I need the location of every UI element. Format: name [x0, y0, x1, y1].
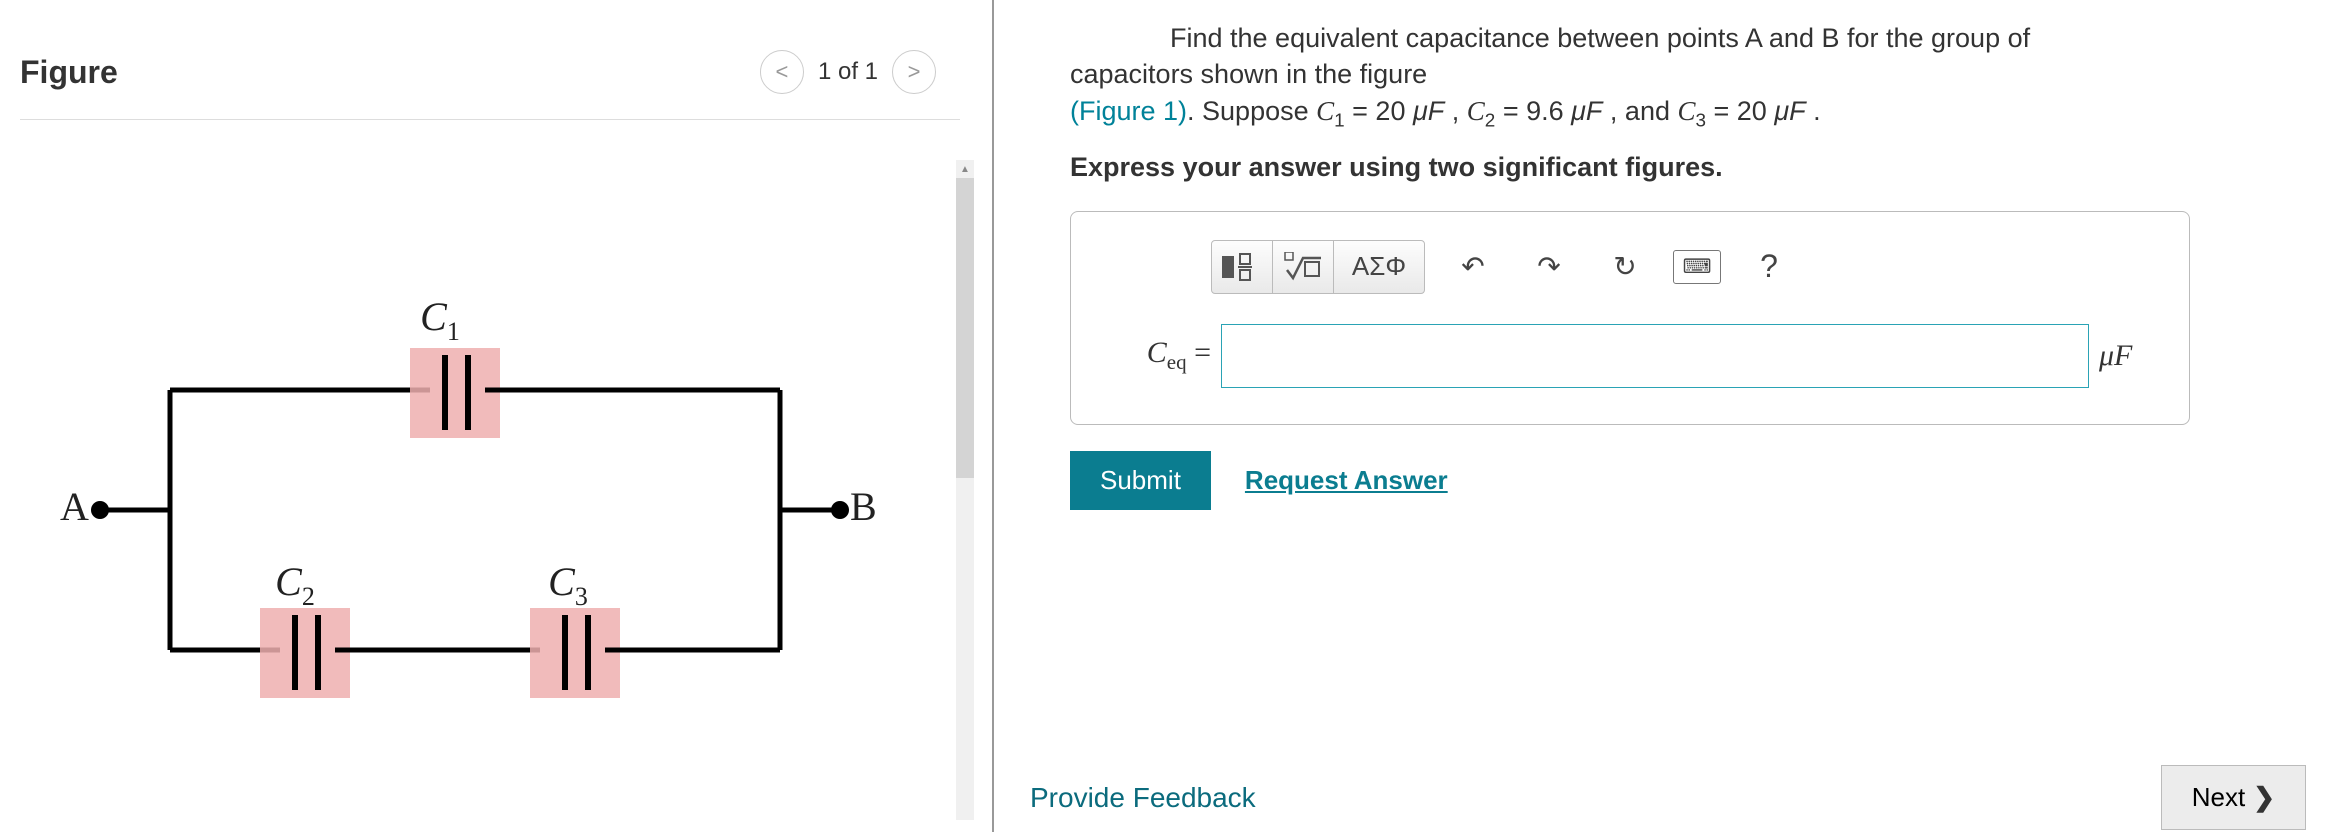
c1-label: C1: [420, 294, 460, 346]
chevron-right-icon: ❯: [2253, 782, 2275, 813]
answer-lhs: Ceq =: [1101, 336, 1211, 375]
provide-feedback-link[interactable]: Provide Feedback: [1030, 782, 1256, 814]
instruction-text: Express your answer using two significan…: [1070, 152, 2316, 183]
figure-pager: < 1 of 1 >: [760, 50, 936, 94]
templates-button[interactable]: [1212, 241, 1273, 293]
node-b-label: B: [850, 484, 877, 529]
figure-scrollbar[interactable]: ▲: [956, 160, 974, 820]
request-answer-link[interactable]: Request Answer: [1245, 465, 1448, 496]
figure-link[interactable]: (Figure 1): [1070, 96, 1187, 126]
keyboard-button[interactable]: ⌨: [1673, 250, 1721, 284]
undo-button[interactable]: ↶: [1445, 241, 1501, 293]
answer-actions: Submit Request Answer: [1070, 451, 2316, 510]
pager-label: 1 of 1: [818, 58, 878, 86]
c2-label: C2: [275, 559, 315, 611]
scroll-up-icon: ▲: [956, 160, 974, 178]
prev-figure-button[interactable]: <: [760, 50, 804, 94]
equation-toolbar: ΑΣΦ ↶ ↷ ↻ ⌨ ?: [1211, 240, 2159, 294]
c3-label: C3: [548, 559, 588, 611]
next-label: Next: [2192, 782, 2245, 813]
figure-header: Figure < 1 of 1 >: [20, 20, 960, 120]
node-a-label: A: [60, 484, 89, 529]
fraction-template-icon: [1222, 252, 1262, 282]
chevron-left-icon: <: [776, 59, 789, 85]
figure-panel: Figure < 1 of 1 > A B: [0, 0, 980, 832]
format-group: ΑΣΦ: [1211, 240, 1425, 294]
scroll-thumb[interactable]: [956, 178, 974, 478]
submit-button[interactable]: Submit: [1070, 451, 1211, 510]
next-figure-button[interactable]: >: [892, 50, 936, 94]
figure-body: A B C1 C2 C3: [20, 140, 920, 740]
greek-button[interactable]: ΑΣΦ: [1334, 241, 1424, 293]
answer-input-row: Ceq = μF: [1101, 324, 2159, 388]
undo-icon: ↶: [1461, 250, 1484, 283]
problem-statement: Find the equivalent capacitance between …: [1170, 20, 2316, 134]
answer-unit: μF: [2099, 339, 2159, 373]
next-button[interactable]: Next ❯: [2161, 765, 2306, 830]
footer-row: Provide Feedback Next ❯: [1030, 765, 2316, 830]
help-button[interactable]: ?: [1741, 241, 1797, 293]
reset-icon: ↻: [1613, 250, 1636, 283]
panel-divider: [992, 0, 994, 832]
redo-icon: ↷: [1537, 250, 1560, 283]
help-icon: ?: [1760, 248, 1778, 285]
radical-icon: [1283, 252, 1323, 282]
answer-box: ΑΣΦ ↶ ↷ ↻ ⌨ ? Ceq = μF: [1070, 211, 2190, 425]
redo-button[interactable]: ↷: [1521, 241, 1577, 293]
question-panel: Find the equivalent capacitance between …: [1030, 0, 2336, 832]
circuit-diagram: A B C1 C2 C3: [40, 240, 920, 800]
reset-button[interactable]: ↻: [1597, 241, 1653, 293]
chevron-right-icon: >: [908, 59, 921, 85]
keyboard-icon: ⌨: [1683, 254, 1712, 279]
radical-button[interactable]: [1273, 241, 1334, 293]
figure-title: Figure: [20, 54, 118, 91]
answer-input[interactable]: [1221, 324, 2089, 388]
